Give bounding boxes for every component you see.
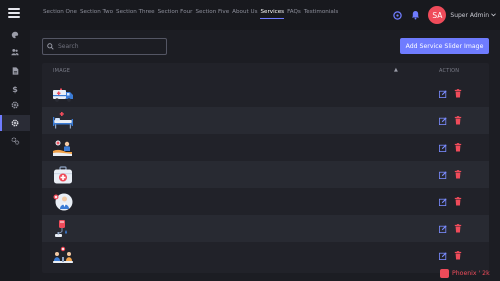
dollar-icon: $ (12, 84, 18, 94)
edit-icon[interactable] (439, 144, 447, 152)
table-row (42, 80, 489, 107)
edit-icon[interactable] (439, 252, 447, 260)
doctor-consult-icon (53, 193, 73, 211)
user-area: SA Super Admin (392, 4, 496, 26)
cogs-icon (11, 137, 19, 145)
table-row (42, 134, 489, 161)
sidebar-item-settings[interactable] (0, 97, 30, 113)
delete-icon[interactable] (454, 251, 462, 260)
sidebar-item-pricing[interactable]: $ (0, 81, 30, 97)
avatar[interactable]: SA (428, 6, 447, 24)
table-row (42, 107, 489, 134)
first-aid-kit-icon (54, 166, 72, 184)
sidebar-item-slider-settings[interactable] (0, 115, 30, 131)
column-header-action: ACTION (439, 68, 460, 74)
nav-section-one[interactable]: Section One (43, 9, 77, 19)
bell-icon[interactable] (410, 10, 420, 20)
edit-icon[interactable] (439, 225, 447, 233)
sort-icon[interactable]: ▲ (394, 67, 398, 73)
nav-faqs[interactable]: FAQs (287, 9, 301, 19)
sidebar-item-configuration[interactable] (0, 133, 30, 149)
edit-icon[interactable] (439, 117, 447, 125)
nav-section-two[interactable]: Section Two (80, 9, 113, 19)
palette-icon (11, 31, 19, 39)
top-bar: Section One Section Two Section Three Se… (0, 0, 500, 30)
settings-icon (11, 101, 19, 109)
menu-toggle-icon[interactable] (8, 8, 20, 18)
medical-care-icon (53, 140, 72, 156)
chevron-down-icon[interactable] (491, 13, 496, 17)
sidebar-item-users[interactable] (0, 44, 30, 60)
search-icon (47, 43, 54, 50)
delete-icon[interactable] (454, 224, 462, 233)
patients-icon (53, 246, 73, 263)
sidebar-item-palette[interactable] (0, 27, 30, 43)
table-row (42, 242, 489, 269)
column-header-image: IMAGE (53, 68, 71, 74)
delete-icon[interactable] (454, 89, 462, 98)
delete-icon[interactable] (454, 143, 462, 152)
document-icon (12, 67, 18, 75)
search-box (42, 38, 167, 55)
watermark-logo-icon (440, 269, 449, 278)
add-service-slider-image-button[interactable]: Add Service Slider Image (400, 38, 489, 54)
gear-icon (11, 119, 19, 127)
watermark-text: Phoenix ' 2k (452, 270, 490, 277)
service-slider-table: IMAGE ▲ ACTION (42, 63, 489, 273)
delete-icon[interactable] (454, 116, 462, 125)
edit-icon[interactable] (439, 90, 447, 98)
nav-testimonials[interactable]: Testimonials (304, 9, 338, 19)
sidebar-item-documents[interactable] (0, 63, 30, 79)
hospital-bed-icon (53, 112, 73, 129)
nav-services[interactable]: Services (260, 9, 285, 19)
table-row (42, 188, 489, 215)
nav-about-us[interactable]: About Us (232, 9, 257, 19)
users-icon (11, 48, 19, 56)
user-name[interactable]: Super Admin (450, 12, 489, 19)
table-row (42, 215, 489, 242)
delete-icon[interactable] (454, 170, 462, 179)
search-input[interactable] (58, 43, 158, 50)
table-row (42, 161, 489, 188)
blood-transfusion-icon (55, 220, 67, 237)
palette-icon[interactable] (392, 10, 402, 20)
delete-icon[interactable] (454, 197, 462, 206)
ambulance-icon (53, 88, 73, 102)
watermark: Phoenix ' 2k (440, 269, 490, 278)
nav-section-four[interactable]: Section Four (158, 9, 193, 19)
nav-section-five[interactable]: Section Five (195, 9, 229, 19)
edit-icon[interactable] (439, 171, 447, 179)
table-header: IMAGE ▲ ACTION (42, 63, 489, 79)
nav-section-three[interactable]: Section Three (116, 9, 155, 19)
edit-icon[interactable] (439, 198, 447, 206)
sidebar: $ (0, 30, 30, 281)
section-nav: Section One Section Two Section Three Se… (43, 9, 338, 19)
